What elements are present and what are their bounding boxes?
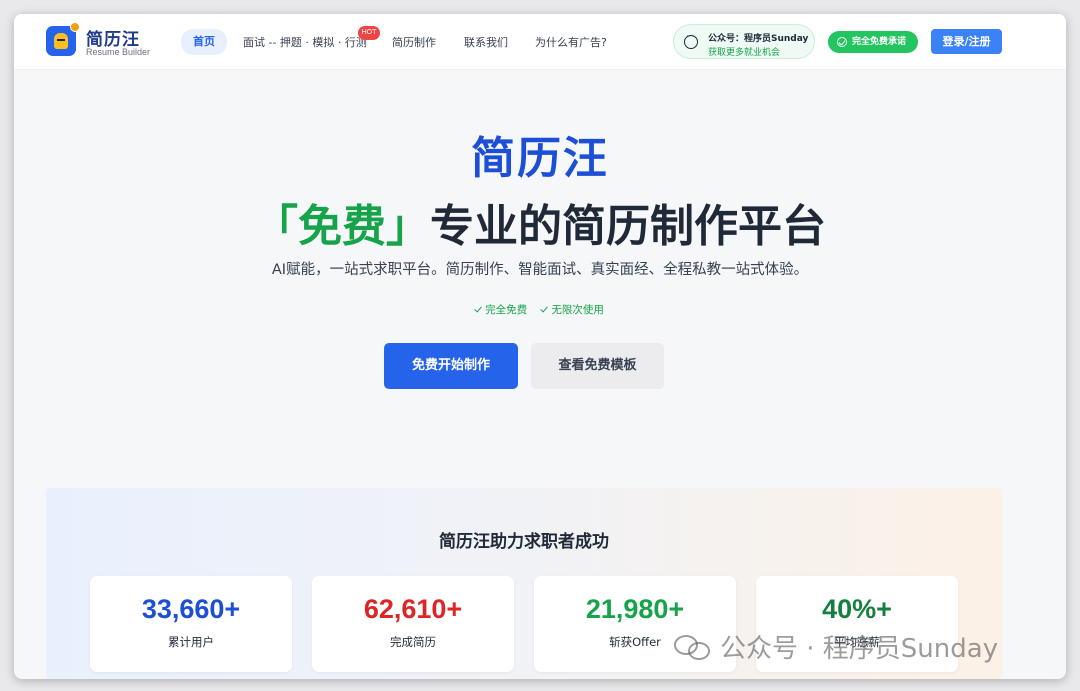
tick-label: 无限次使用 [551,304,604,316]
logo-icon[interactable] [46,22,80,56]
wechat-account-card[interactable]: 公众号：程序员Sunday 获取更多就业机会 [673,24,815,59]
dog-face-icon [54,33,68,49]
hero-subtitle-rest: 专业的简历制作平台 [430,201,826,252]
stat-card-users: 33,660+ 累计用户 [90,576,292,672]
feature-ticks: 完全免费 无限次使用 [14,302,1066,317]
stat-label: 完成简历 [390,635,436,649]
hero-description: AI赋能，一站式求职平台。简历制作、智能面试、真实面经、全程私教一站式体验。 [271,262,809,278]
hot-badge: HOT [358,26,380,40]
nav-item-why-ads[interactable]: 为什么有广告? [535,31,607,55]
notification-dot [70,22,80,32]
wechat-subtitle: 获取更多就业机会 [708,48,781,58]
wechat-title: 公众号：程序员Sunday [708,34,809,44]
hero-title: 简历汪 [471,133,609,184]
wechat-logo-icon [674,633,712,661]
stats-title: 简历汪助力求职者成功 [439,532,609,552]
stat-card-resumes: 62,610+ 完成简历 [312,576,514,672]
nav-item-resume[interactable]: 简历制作 [392,31,436,55]
stat-value: 62,610+ [363,594,463,624]
tick-item: 完全免费 [474,302,528,317]
hero-subtitle: 「免费」专业的简历制作平台 [14,190,1066,254]
start-free-button[interactable]: 免费开始制作 [384,343,518,389]
free-promise-label: 完全免费承诺 [852,37,907,47]
stat-value: 21,980+ [585,594,685,624]
tick-item: 无限次使用 [540,302,604,317]
chat-bubble-icon [684,32,698,49]
login-register-button[interactable]: 登录/注册 [931,29,1002,54]
nav-item-interview[interactable]: 面试 -- 押题 · 模拟 · 行测 [243,31,367,55]
tick-label: 完全免费 [485,304,528,316]
watermark: 公众号 · 程序员Sunday [674,628,998,668]
check-icon [540,304,549,313]
check-icon [474,304,482,313]
stat-value: 40%+ [822,594,892,624]
browser-window: 简历汪 Resume Builder 首页 面试 -- 押题 · 模拟 · 行测… [14,14,1066,679]
stat-label: 累计用户 [168,635,214,649]
brand-subtitle: Resume Builder [86,47,151,57]
watermark-text: 公众号 · 程序员Sunday [720,634,999,664]
view-templates-button[interactable]: 查看免费模板 [531,343,664,389]
hero-subtitle-highlight: 「免费」 [254,201,430,252]
nav-item-home[interactable]: 首页 [181,29,227,55]
stat-value: 33,660+ [141,594,241,624]
top-navbar: 简历汪 Resume Builder 首页 面试 -- 押题 · 模拟 · 行测… [14,14,1066,70]
check-circle-icon [837,37,847,47]
free-promise-button[interactable]: 完全免费承诺 [828,31,918,53]
nav-item-contact[interactable]: 联系我们 [464,31,508,55]
